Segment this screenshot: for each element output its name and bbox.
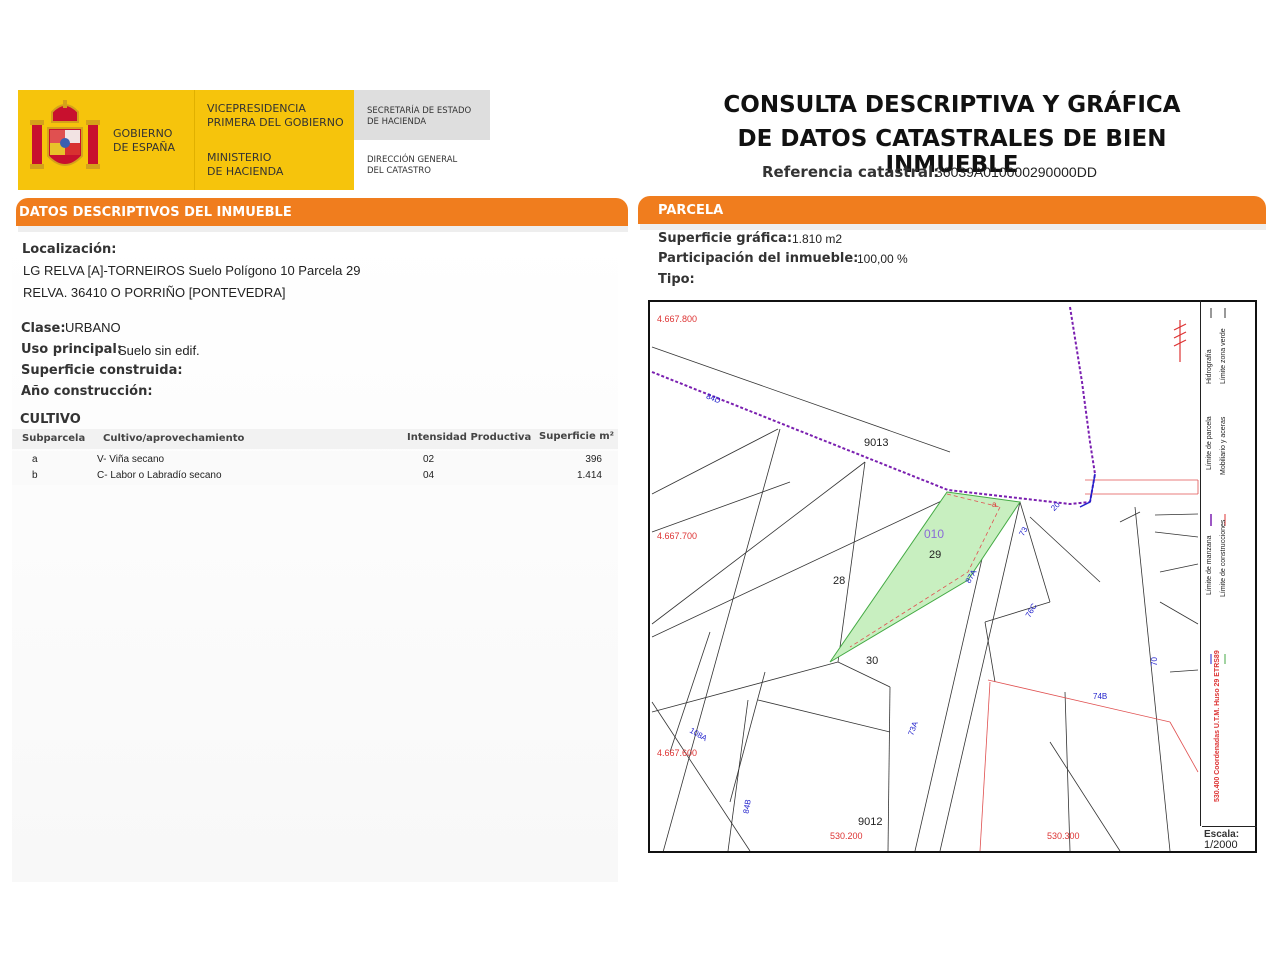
ref-catastral-label: Referencia catastral: <box>762 163 940 181</box>
gobierno-line2: DE ESPAÑA <box>113 141 176 154</box>
vicepresidencia-line2: PRIMERA DEL GOBIERNO <box>207 116 344 129</box>
ministerio-line2: DE HACIENDA <box>207 165 284 178</box>
coat-of-arms-icon <box>30 100 100 169</box>
parcel-label-9012: 9012 <box>858 816 883 828</box>
parcel-label-9013: 9013 <box>864 437 889 449</box>
th-subparcela: Subparcela <box>22 433 86 444</box>
row-b-intensidad: 04 <box>423 470 435 481</box>
section-header-parcela: PARCELA <box>638 196 1266 224</box>
legend-limite-construcciones: Límite de construcciones <box>1220 519 1227 597</box>
direccion-line1: DIRECCIÓN GENERAL <box>367 155 458 165</box>
north-arrow-icon <box>1173 320 1187 362</box>
parcel-label-28: 28 <box>833 575 846 587</box>
direccion-line2: DEL CATASTRO <box>367 166 431 176</box>
section-header-datos: DATOS DESCRIPTIVOS DEL INMUEBLE <box>16 198 628 226</box>
subparcel-a-label: a <box>992 500 997 509</box>
superficie-label: Superficie construida: <box>21 363 183 378</box>
logo-divider <box>194 90 195 190</box>
road-label-74b: 74B <box>1093 692 1108 701</box>
secretaria-line1: SECRETARÍA DE ESTADO <box>367 106 472 116</box>
clase-label: Clase: <box>21 321 66 336</box>
legend-limite-manzana: Límite de manzana <box>1206 535 1213 595</box>
map-y-label-3: 4.667.600 <box>657 748 698 758</box>
secretaria-line2: DE HACIENDA <box>367 117 427 127</box>
localizacion-label: Localización: <box>22 242 117 257</box>
map-y-label-2: 4.667.700 <box>657 531 698 541</box>
ref-catastral-value: 36039A010000290000DD <box>935 164 1097 180</box>
page-title-line1: CONSULTA DESCRIPTIVA Y GRÁFICA <box>723 92 1181 118</box>
map-y-label-1: 4.667.800 <box>657 314 698 324</box>
map-x-label-2: 530.300 <box>1047 831 1080 841</box>
row-b-superficie: 1.414 <box>576 470 602 481</box>
uso-value: Suelo sin edif. <box>118 343 200 358</box>
localizacion-line2: RELVA. 36410 O PORRIÑO [PONTEVEDRA] <box>23 285 286 300</box>
section-title-parcela: PARCELA <box>658 203 724 218</box>
scale-value: 1/2000 <box>1204 839 1238 851</box>
vicepresidencia-line1: VICEPRESIDENCIA <box>207 102 306 115</box>
legend-hidrografia: Hidrografía <box>1206 349 1213 384</box>
scale-divider <box>1202 826 1257 827</box>
row-a-cultivo: V- Viña secano <box>97 454 165 465</box>
clase-value: URBANO <box>65 320 121 335</box>
sup-grafica-value: 1.810 m2 <box>792 232 843 246</box>
map-x-label-1: 530.200 <box>830 831 863 841</box>
row-b-cultivo: C- Labor o Labradío secano <box>97 470 222 481</box>
section-title-datos: DATOS DESCRIPTIVOS DEL INMUEBLE <box>19 205 292 220</box>
legend-zona-verde: Límite zona verde <box>1220 328 1227 384</box>
legend-coords-note: 530.400 Coordenadas U.T.M. Huso 29 ETRS8… <box>1214 650 1221 802</box>
th-superficie: Superficie m² <box>539 431 615 442</box>
participacion-label: Participación del inmueble: <box>658 251 859 266</box>
anio-label: Año construcción: <box>21 384 153 399</box>
row-a-sub: a <box>32 454 38 465</box>
row-a-superficie: 396 <box>585 454 602 465</box>
row-a-intensidad: 02 <box>423 454 435 465</box>
legend-limite-parcela: Límite de parcela <box>1206 416 1213 470</box>
legend-mobiliario: Mobiliario y aceras <box>1220 416 1227 475</box>
gobierno-line1: GOBIERNO <box>113 127 173 140</box>
participacion-value: 100,00 % <box>857 252 908 266</box>
subparcel-label-010: 010 <box>924 527 945 541</box>
ministerio-line1: MINISTERIO <box>207 151 272 164</box>
road-label-70: 70 <box>1149 657 1159 666</box>
uso-label: Uso principal: <box>21 342 123 357</box>
th-cultivo: Cultivo/aprovechamiento <box>103 433 245 444</box>
th-intensidad: Intensidad Productiva <box>407 432 532 443</box>
localizacion-line1: LG RELVA [A]-TORNEIROS Suelo Polígono 10… <box>23 263 361 278</box>
selected-parcel-label-29: 29 <box>929 549 942 561</box>
parcel-label-30: 30 <box>866 655 879 667</box>
tipo-label: Tipo: <box>658 272 695 287</box>
sup-grafica-label: Superficie gráfica: <box>658 231 793 246</box>
map-drawing <box>651 306 1199 851</box>
row-b-sub: b <box>32 470 38 481</box>
cultivo-title: CULTIVO <box>20 412 81 427</box>
